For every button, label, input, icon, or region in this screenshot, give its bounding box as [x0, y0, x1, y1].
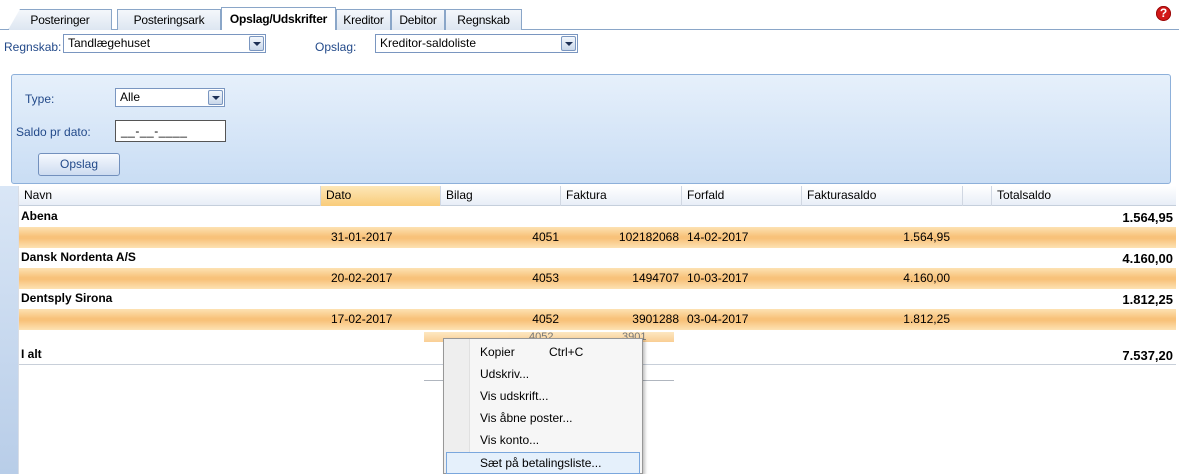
menu-item-saet-paa-betalingsliste[interactable]: Sæt på betalingsliste...	[446, 452, 640, 474]
menu-item-shortcut: Ctrl+C	[549, 345, 584, 359]
regnskab-select-value: Tandlægehuset	[68, 36, 151, 50]
cell-fakturasaldo: 4.160,00	[903, 271, 950, 285]
cell-dato: 17-02-2017	[331, 312, 393, 326]
tab-opslag-udskrifter[interactable]: Opslag/Udskrifter	[221, 7, 336, 30]
grand-total-label: I alt	[21, 347, 42, 361]
opslag-select[interactable]: Kreditor-saldoliste	[375, 34, 578, 53]
cell-bilag: 4053	[532, 271, 559, 285]
regnskab-label: Regnskab:	[4, 40, 62, 54]
group-row[interactable]: Dentsply Sirona 1.812,25	[19, 289, 1176, 308]
tab-strip: Posteringer Posteringsark Opslag/Udskrif…	[0, 0, 1179, 30]
group-total: 4.160,00	[1122, 251, 1173, 266]
group-total: 1.812,25	[1122, 292, 1173, 307]
table-row[interactable]: 31-01-2017 4051 102182068 14-02-2017 1.5…	[19, 227, 1176, 248]
saldo-dato-input[interactable]: __-__-____	[115, 120, 226, 142]
column-header-faktura[interactable]: Faktura	[561, 186, 682, 206]
opslag-button[interactable]: Opslag	[38, 153, 120, 176]
menu-item-vis-aabne-poster[interactable]: Vis åbne poster...	[446, 407, 640, 429]
group-name: Abena	[21, 209, 58, 223]
selector-bar: Regnskab: Tandlægehuset Opslag: Kreditor…	[0, 30, 1179, 74]
tab-regnskab[interactable]: Regnskab	[445, 9, 522, 30]
type-select-value: Alle	[120, 90, 141, 104]
menu-item-vis-udskrift[interactable]: Vis udskrift...	[446, 385, 640, 407]
menu-item-udskriv[interactable]: Udskriv...	[446, 363, 640, 385]
filter-panel: Type: Alle Saldo pr dato: __-__-____ Ops…	[11, 74, 1171, 184]
group-name: Dentsply Sirona	[21, 291, 113, 305]
tab-posteringsark[interactable]: Posteringsark	[117, 9, 221, 30]
column-header-bilag[interactable]: Bilag	[441, 186, 561, 206]
menu-item-label: Vis konto...	[480, 433, 540, 447]
opslag-select-value: Kreditor-saldoliste	[380, 36, 477, 50]
menu-item-label: Udskriv...	[480, 367, 530, 381]
table-row[interactable]: 17-02-2017 4052 3901288 03-04-2017 1.812…	[19, 309, 1176, 330]
column-header-forfald[interactable]: Forfald	[682, 186, 802, 206]
tab-debitor[interactable]: Debitor	[391, 9, 445, 30]
cell-forfald: 03-04-2017	[687, 312, 749, 326]
column-header-navn[interactable]: Navn	[19, 186, 321, 206]
type-select[interactable]: Alle	[115, 88, 225, 107]
tab-posteringer[interactable]: Posteringer	[8, 9, 112, 30]
menu-item-kopier[interactable]: Kopier Ctrl+C	[446, 341, 640, 363]
column-header-totalsaldo[interactable]: Totalsaldo	[992, 186, 1176, 206]
cell-faktura: 102182068	[618, 230, 679, 244]
column-header-blank[interactable]	[963, 186, 992, 206]
cell-dato: 20-02-2017	[331, 271, 393, 285]
cell-bilag: 4052	[532, 312, 559, 326]
menu-item-label: Sæt på betalingsliste...	[480, 456, 602, 470]
cell-dato: 31-01-2017	[331, 230, 393, 244]
table-row[interactable]: 20-02-2017 4053 1494707 10-03-2017 4.160…	[19, 268, 1176, 289]
column-header-dato[interactable]: Dato	[321, 186, 441, 206]
menu-item-label: Vis åbne poster...	[480, 411, 573, 425]
tab-kreditor[interactable]: Kreditor	[336, 9, 391, 30]
cell-fakturasaldo: 1.812,25	[903, 312, 950, 326]
chevron-down-icon[interactable]	[208, 90, 223, 105]
chevron-down-icon[interactable]	[249, 36, 264, 51]
cell-forfald: 10-03-2017	[687, 271, 749, 285]
type-label: Type:	[25, 92, 55, 106]
grid-header: Navn Dato Bilag Faktura Forfald Fakturas…	[19, 186, 1176, 206]
group-name: Dansk Nordenta A/S	[21, 250, 136, 264]
context-menu: Kopier Ctrl+C Udskriv... Vis udskrift...…	[443, 338, 643, 474]
chevron-down-icon[interactable]	[561, 36, 576, 51]
saldo-dato-label: Saldo pr dato:	[16, 125, 91, 139]
cell-fakturasaldo: 1.564,95	[903, 230, 950, 244]
cell-faktura: 1494707	[632, 271, 679, 285]
menu-item-label: Vis udskrift...	[480, 389, 549, 403]
cell-forfald: 14-02-2017	[687, 230, 749, 244]
help-icon[interactable]: ?	[1156, 6, 1171, 21]
group-row[interactable]: Abena 1.564,95	[19, 207, 1176, 226]
grand-total-value: 7.537,20	[1122, 348, 1173, 363]
menu-item-label: Kopier	[480, 345, 515, 359]
opslag-label: Opslag:	[315, 40, 357, 54]
cell-faktura: 3901288	[632, 312, 679, 326]
menu-item-vis-konto[interactable]: Vis konto...	[446, 429, 640, 451]
regnskab-select[interactable]: Tandlægehuset	[63, 34, 266, 53]
group-total: 1.564,95	[1122, 210, 1173, 225]
cell-bilag: 4051	[532, 230, 559, 244]
column-header-fakturasaldo[interactable]: Fakturasaldo	[802, 186, 963, 206]
group-row[interactable]: Dansk Nordenta A/S 4.160,00	[19, 248, 1176, 267]
grid-left-margin	[0, 186, 18, 474]
